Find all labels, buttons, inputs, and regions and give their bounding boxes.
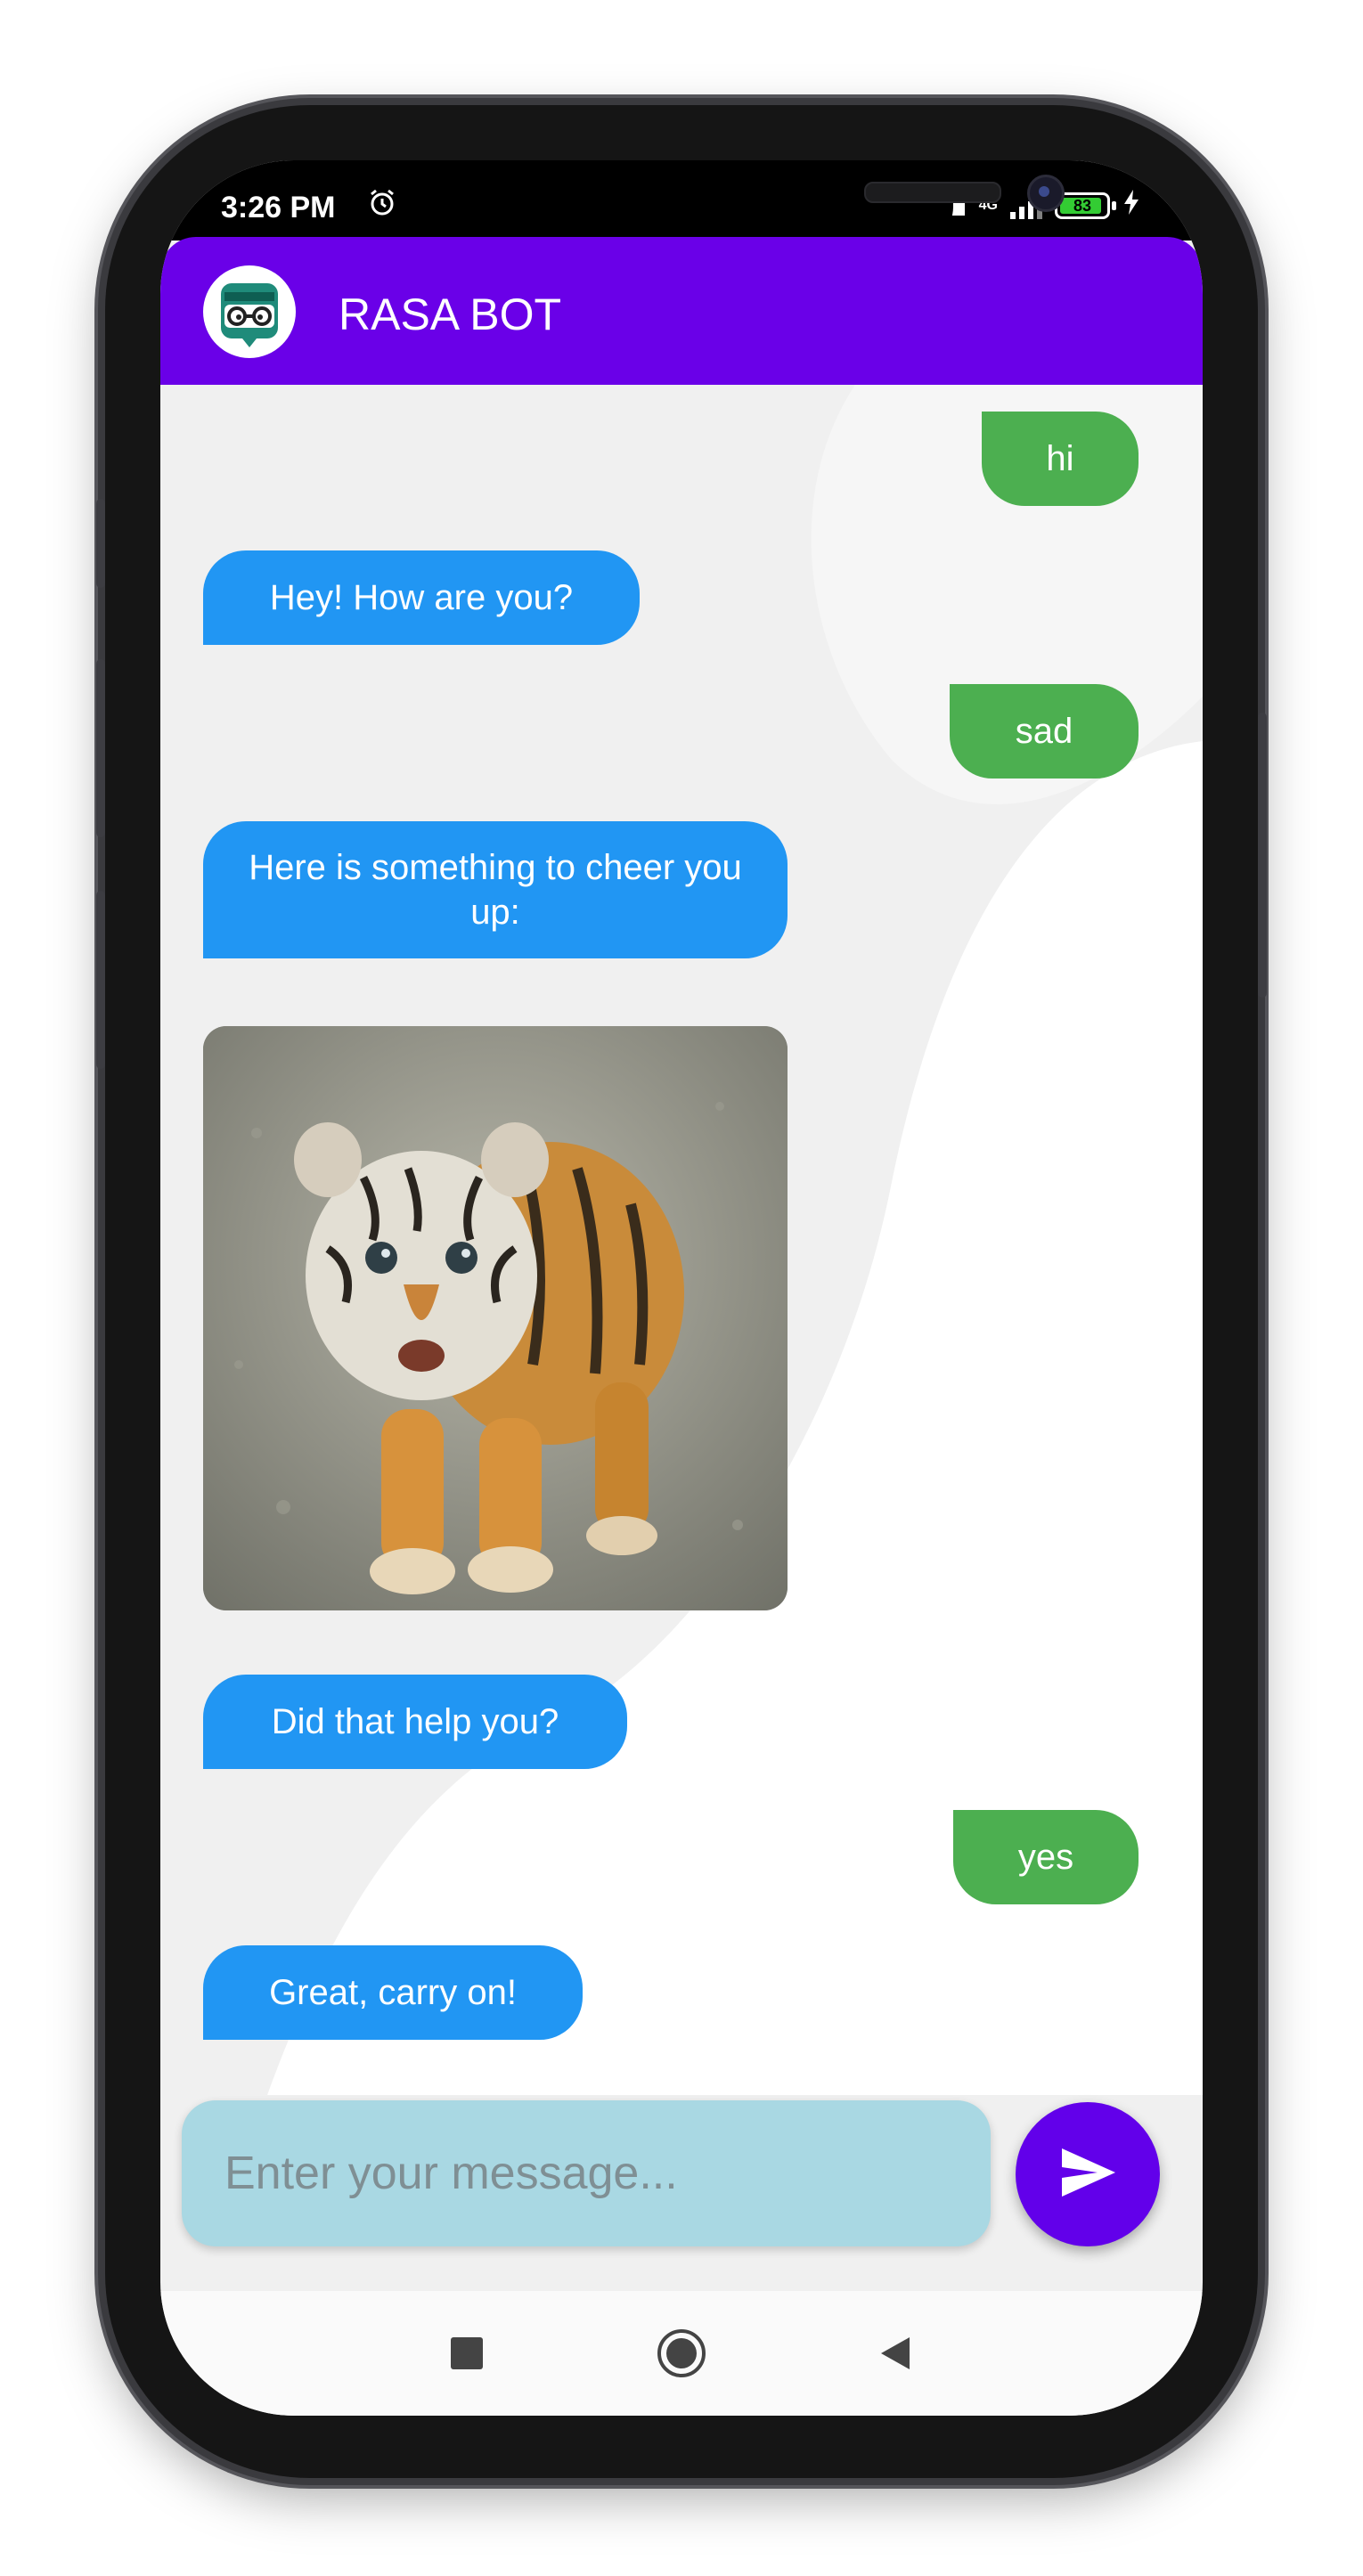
phone-volume-up-button — [96, 659, 105, 837]
message-text: hi — [1046, 439, 1074, 478]
alarm-clock-icon — [367, 187, 397, 225]
tiger-cub-image[interactable] — [203, 1026, 788, 1610]
send-button[interactable] — [1016, 2102, 1160, 2246]
charging-bolt-icon — [1122, 189, 1140, 223]
app-title: RASA BOT — [339, 289, 562, 339]
front-camera — [1027, 175, 1065, 212]
message-text: Great, carry on! — [269, 1973, 517, 2012]
user-message-bubble: yes — [953, 1810, 1139, 1904]
user-message-bubble: hi — [982, 412, 1139, 506]
message-text: yes — [1017, 1838, 1074, 1877]
battery-level: 83 — [1073, 196, 1092, 215]
status-time: 3:26 PM — [221, 191, 336, 224]
camera-notch — [410, 160, 1065, 246]
message-input[interactable]: Enter your message... — [182, 2100, 991, 2246]
bot-message-bubble: Great, carry on! — [203, 1945, 583, 2040]
bot-message-bubble: Hey! How are you? — [203, 550, 640, 645]
phone-screen: 3:26 PM 4G 83 RASA BOT hi Hey! How are y… — [160, 160, 1203, 2416]
send-icon — [1057, 2141, 1119, 2208]
bot-message-bubble: Here is something to cheer you up: — [203, 821, 788, 958]
chat-area[interactable]: hi Hey! How are you? sad Here is somethi… — [160, 385, 1203, 2095]
back-triangle-icon[interactable] — [869, 2327, 922, 2380]
status-bar: 3:26 PM 4G 83 — [160, 160, 1203, 246]
home-circle-icon[interactable] — [655, 2327, 708, 2380]
phone-power-button — [1258, 713, 1267, 998]
recents-square-icon[interactable] — [440, 2327, 494, 2380]
bot-message-bubble: Did that help you? — [203, 1675, 627, 1769]
message-input-placeholder: Enter your message... — [224, 2148, 678, 2199]
message-text: Here is something to cheer you up: — [249, 848, 742, 932]
bot-avatar-icon[interactable] — [203, 265, 296, 358]
app-bar: RASA BOT — [160, 237, 1203, 385]
message-text: Did that help you? — [271, 1702, 559, 1741]
message-text: sad — [1015, 712, 1073, 751]
earpiece-speaker — [864, 182, 1001, 203]
phone-volume-down-button — [96, 891, 105, 1069]
system-nav-bar — [160, 2291, 1203, 2416]
message-text: Hey! How are you? — [269, 578, 574, 617]
user-message-bubble: sad — [950, 684, 1139, 779]
phone-side-button — [96, 499, 105, 588]
